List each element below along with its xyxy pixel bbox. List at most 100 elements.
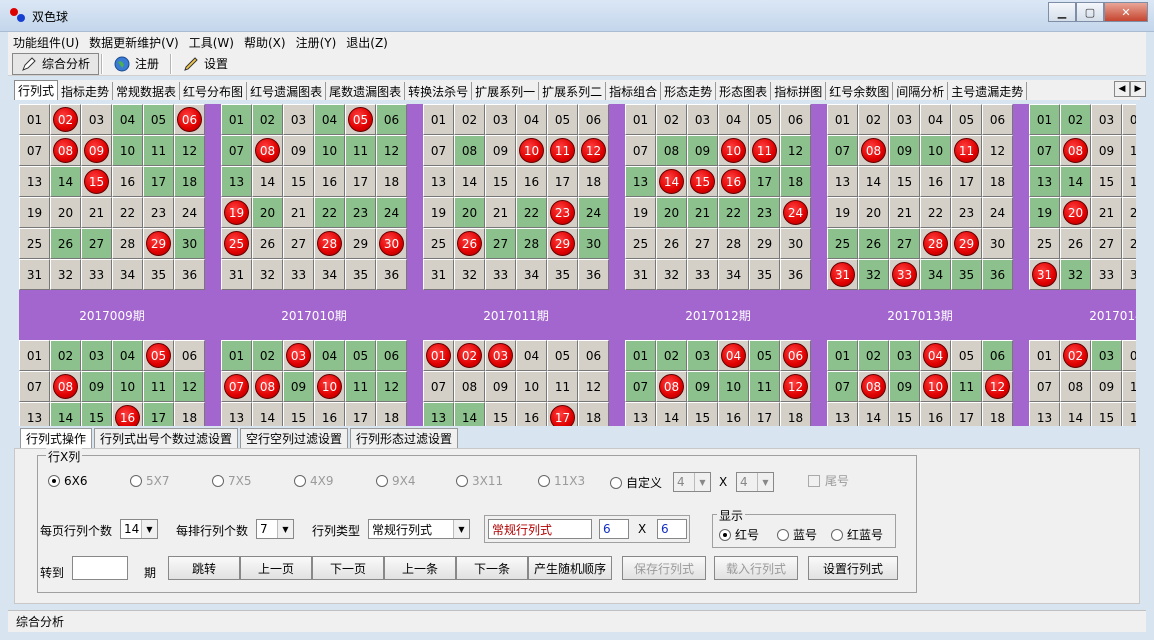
number-cell[interactable]: 06 bbox=[780, 340, 811, 371]
number-cell[interactable]: 14 bbox=[656, 166, 687, 197]
number-cell[interactable]: 15 bbox=[283, 402, 314, 426]
close-button[interactable]: ✕ bbox=[1104, 2, 1148, 22]
number-cell[interactable]: 14 bbox=[50, 402, 81, 426]
number-cell[interactable]: 11 bbox=[547, 135, 578, 166]
number-cell[interactable]: 07 bbox=[827, 135, 858, 166]
number-cell[interactable]: 12 bbox=[982, 371, 1013, 402]
number-cell[interactable]: 20 bbox=[858, 197, 889, 228]
tab-9[interactable]: 指标组合 bbox=[606, 82, 662, 100]
number-cell[interactable]: 11 bbox=[749, 371, 780, 402]
number-cell[interactable]: 20 bbox=[252, 197, 283, 228]
type-select[interactable]: 常规行列式 ▼ bbox=[368, 519, 470, 539]
number-cell[interactable]: 12 bbox=[780, 135, 811, 166]
number-cell[interactable]: 07 bbox=[19, 135, 50, 166]
number-cell[interactable]: 08 bbox=[252, 371, 283, 402]
number-cell[interactable]: 16 bbox=[920, 166, 951, 197]
number-cell[interactable]: 35 bbox=[345, 259, 376, 290]
maximize-button[interactable]: ▢ bbox=[1076, 2, 1104, 22]
number-cell[interactable]: 08 bbox=[252, 135, 283, 166]
number-cell[interactable]: 01 bbox=[221, 104, 252, 135]
save-rowcol-button[interactable]: 保存行列式 bbox=[622, 556, 706, 580]
number-cell[interactable]: 06 bbox=[174, 340, 205, 371]
number-cell[interactable]: 14 bbox=[50, 166, 81, 197]
number-cell[interactable]: 21 bbox=[687, 197, 718, 228]
number-cell[interactable]: 24 bbox=[174, 197, 205, 228]
number-cell[interactable]: 19 bbox=[221, 197, 252, 228]
number-cell[interactable]: 04 bbox=[718, 340, 749, 371]
jump-button[interactable]: 跳转 bbox=[168, 556, 240, 580]
tab-6[interactable]: 转换法杀号 bbox=[405, 82, 473, 100]
number-cell[interactable]: 14 bbox=[252, 166, 283, 197]
number-cell[interactable]: 18 bbox=[982, 402, 1013, 426]
number-cell[interactable]: 16 bbox=[112, 402, 143, 426]
number-cell[interactable]: 12 bbox=[982, 135, 1013, 166]
number-cell[interactable]: 14 bbox=[454, 402, 485, 426]
custom-rows-select[interactable]: 4 ▼ bbox=[673, 472, 711, 492]
number-cell[interactable]: 02 bbox=[50, 340, 81, 371]
number-cell[interactable]: 17 bbox=[345, 166, 376, 197]
number-cell[interactable]: 05 bbox=[143, 340, 174, 371]
number-cell[interactable]: 27 bbox=[81, 228, 112, 259]
number-cell[interactable]: 34 bbox=[718, 259, 749, 290]
number-cell[interactable]: 11 bbox=[345, 135, 376, 166]
number-cell[interactable]: 22 bbox=[718, 197, 749, 228]
number-cell[interactable]: 09 bbox=[81, 135, 112, 166]
number-cell[interactable]: 16 bbox=[1122, 402, 1136, 426]
type-name-field[interactable]: 常规行列式 bbox=[488, 519, 592, 539]
number-cell[interactable]: 10 bbox=[920, 371, 951, 402]
number-cell[interactable]: 03 bbox=[485, 340, 516, 371]
number-cell[interactable]: 28 bbox=[1122, 228, 1136, 259]
number-cell[interactable]: 08 bbox=[50, 371, 81, 402]
number-cell[interactable]: 12 bbox=[780, 371, 811, 402]
number-cell[interactable]: 13 bbox=[423, 402, 454, 426]
number-cell[interactable]: 22 bbox=[516, 197, 547, 228]
number-cell[interactable]: 32 bbox=[656, 259, 687, 290]
tab-7[interactable]: 扩展系列一 bbox=[472, 82, 540, 100]
radio-redblue[interactable]: 红蓝号 bbox=[831, 526, 883, 543]
tab-10[interactable]: 形态走势 bbox=[661, 82, 717, 100]
number-cell[interactable]: 08 bbox=[1060, 371, 1091, 402]
number-cell[interactable]: 21 bbox=[81, 197, 112, 228]
number-cell[interactable]: 03 bbox=[81, 340, 112, 371]
number-cell[interactable]: 07 bbox=[625, 371, 656, 402]
number-cell[interactable]: 17 bbox=[951, 402, 982, 426]
number-cell[interactable]: 32 bbox=[454, 259, 485, 290]
number-cell[interactable]: 32 bbox=[858, 259, 889, 290]
number-cell[interactable]: 19 bbox=[625, 197, 656, 228]
number-cell[interactable]: 05 bbox=[345, 340, 376, 371]
number-cell[interactable]: 15 bbox=[687, 402, 718, 426]
number-cell[interactable]: 14 bbox=[858, 402, 889, 426]
number-cell[interactable]: 31 bbox=[1029, 259, 1060, 290]
number-cell[interactable]: 18 bbox=[982, 166, 1013, 197]
number-cell[interactable]: 31 bbox=[221, 259, 252, 290]
number-cell[interactable]: 10 bbox=[920, 135, 951, 166]
number-cell[interactable]: 28 bbox=[920, 228, 951, 259]
set-rowcol-button[interactable]: 设置行列式 bbox=[808, 556, 898, 580]
number-cell[interactable]: 13 bbox=[1029, 402, 1060, 426]
number-cell[interactable]: 01 bbox=[19, 340, 50, 371]
number-cell[interactable]: 23 bbox=[547, 197, 578, 228]
number-cell[interactable]: 11 bbox=[951, 135, 982, 166]
radio-blue[interactable]: 蓝号 bbox=[777, 526, 817, 543]
number-cell[interactable]: 14 bbox=[656, 402, 687, 426]
number-cell[interactable]: 30 bbox=[578, 228, 609, 259]
number-cell[interactable]: 36 bbox=[174, 259, 205, 290]
number-cell[interactable]: 26 bbox=[252, 228, 283, 259]
number-cell[interactable]: 29 bbox=[547, 228, 578, 259]
number-cell[interactable]: 04 bbox=[112, 340, 143, 371]
number-cell[interactable]: 34 bbox=[1122, 259, 1136, 290]
tab-scroll-right-icon[interactable]: ▶ bbox=[1130, 81, 1146, 97]
number-cell[interactable]: 13 bbox=[19, 402, 50, 426]
number-cell[interactable]: 27 bbox=[1091, 228, 1122, 259]
minimize-button[interactable]: ▁ bbox=[1048, 2, 1076, 22]
number-cell[interactable]: 20 bbox=[454, 197, 485, 228]
number-cell[interactable]: 17 bbox=[749, 402, 780, 426]
number-cell[interactable]: 33 bbox=[485, 259, 516, 290]
number-cell[interactable]: 02 bbox=[1060, 104, 1091, 135]
number-cell[interactable]: 16 bbox=[314, 402, 345, 426]
number-cell[interactable]: 03 bbox=[889, 340, 920, 371]
menu-data-update[interactable]: 数据更新维护(V) bbox=[84, 34, 184, 51]
prev-page-button[interactable]: 上一页 bbox=[240, 556, 312, 580]
menu-components[interactable]: 功能组件(U) bbox=[8, 34, 84, 51]
number-cell[interactable]: 22 bbox=[314, 197, 345, 228]
